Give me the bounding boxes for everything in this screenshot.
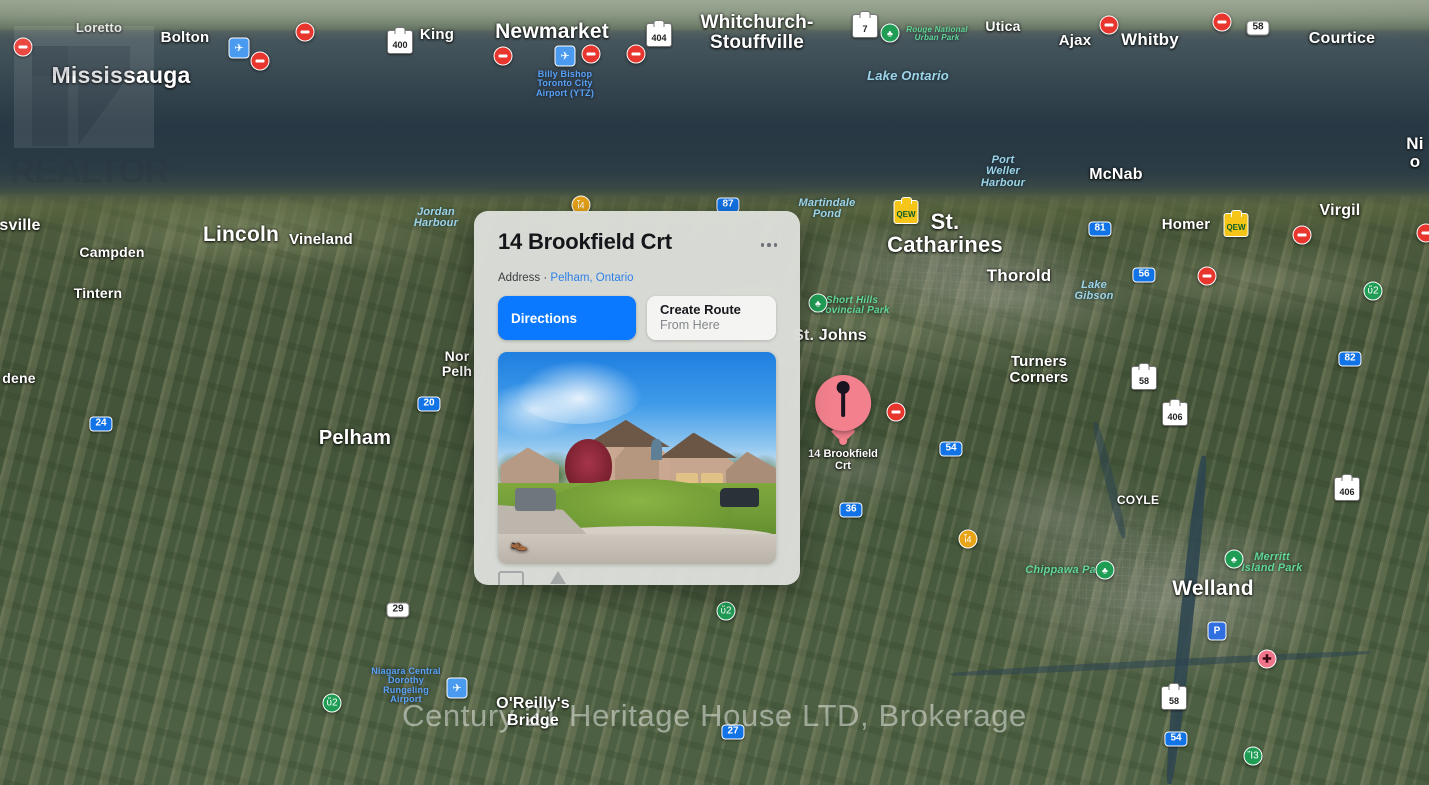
clipped-card-icon[interactable]	[498, 571, 524, 585]
map-viewport[interactable]: LorettoBoltonMississaugaKingNewmarketWhi…	[0, 0, 1429, 785]
photo-car	[720, 487, 760, 507]
route-shield-58[interactable]: 58	[1246, 20, 1270, 36]
route-shield-54[interactable]: 54	[939, 441, 963, 457]
pin-bubble[interactable]	[815, 375, 871, 431]
create-route-subtitle: From Here	[660, 317, 720, 332]
realtor-wordmark: REALTOR®	[10, 152, 178, 192]
route-shield-number: 24	[95, 417, 107, 429]
route-shield-7[interactable]: 7	[852, 14, 878, 38]
route-shield-81[interactable]: 81	[1088, 221, 1112, 237]
place-title: 14 Brookfield Crt	[498, 229, 672, 254]
card-overflow-row[interactable]	[498, 571, 566, 585]
route-shield-54[interactable]: 54	[1164, 731, 1188, 747]
route-shield-number: 54	[945, 442, 957, 454]
realtor-watermark: REALTOR®	[0, 18, 178, 198]
route-shield-58[interactable]: 58	[1161, 686, 1187, 710]
route-shield-400[interactable]: 400	[387, 30, 413, 54]
card-action-row: Directions Create Route From Here	[498, 296, 776, 340]
route-shield-number: 406	[1339, 486, 1355, 497]
subtitle-separator: ·	[540, 272, 551, 284]
route-shield-404[interactable]: 404	[646, 23, 672, 47]
route-shield-56[interactable]: 56	[1132, 267, 1156, 283]
route-shield-number: 20	[423, 397, 435, 409]
route-shield-number: 58	[1168, 695, 1179, 706]
pin-label: 14 Brookfield Crt	[808, 448, 878, 473]
route-shield-qew[interactable]: QEW	[893, 200, 919, 224]
place-subtitle: Address · Pelham, Ontario	[498, 272, 634, 284]
pin-anchor-dot	[839, 437, 847, 445]
photo-window	[650, 438, 662, 461]
route-shield-number: 406	[1167, 411, 1183, 422]
realtor-logo-leg	[78, 74, 130, 146]
route-shield-number: 56	[1138, 268, 1150, 280]
create-route-button[interactable]: Create Route From Here	[647, 296, 776, 340]
route-shield-number: 58	[1138, 375, 1149, 386]
route-shield-27[interactable]: 27	[721, 724, 745, 740]
route-shield-number: 27	[727, 725, 739, 737]
directions-button[interactable]: Directions	[498, 296, 636, 340]
binoculars-icon[interactable]: 👞	[510, 534, 529, 552]
ellipsis-dot	[760, 243, 765, 247]
route-shield-406[interactable]: 406	[1162, 402, 1188, 426]
route-shield-number: 36	[845, 503, 857, 515]
route-shield-number: 400	[392, 39, 408, 50]
route-shield-36[interactable]: 36	[839, 502, 863, 518]
ellipsis-dot	[773, 243, 778, 247]
route-shield-qew[interactable]: QEW	[1223, 213, 1249, 237]
realtor-registered-mark: ®	[168, 158, 179, 174]
route-shield-number: 58	[1252, 21, 1264, 33]
photo-road	[498, 534, 776, 564]
ellipsis-dot	[767, 243, 771, 247]
route-shield-number: 87	[722, 198, 734, 210]
place-category: Address	[498, 272, 541, 284]
place-info-card[interactable]: 14 Brookfield Crt Address · Pelham, Onta…	[474, 211, 800, 585]
route-shield-20[interactable]: 20	[417, 396, 441, 412]
photo-car	[514, 487, 557, 511]
map-pin-icon	[841, 389, 845, 417]
ellipsis-icon[interactable]	[756, 235, 782, 255]
route-shield-29[interactable]: 29	[386, 602, 410, 618]
route-shield-number: 54	[1170, 732, 1182, 744]
look-around-preview[interactable]: 👞	[498, 352, 776, 564]
route-shield-number: 7	[862, 23, 868, 34]
route-shield-number: 82	[1344, 352, 1356, 364]
route-shield-number: 404	[651, 32, 667, 43]
route-shield-number: QEW	[896, 210, 916, 219]
route-shield-24[interactable]: 24	[89, 416, 113, 432]
clipped-card-icon[interactable]	[550, 571, 566, 584]
create-route-title: Create Route	[660, 302, 741, 318]
place-region-link[interactable]: Pelham, Ontario	[550, 272, 633, 284]
route-shield-406[interactable]: 406	[1334, 477, 1360, 501]
realtor-logo-bar	[32, 46, 130, 76]
route-shield-82[interactable]: 82	[1338, 351, 1362, 367]
route-shield-number: 81	[1094, 222, 1106, 234]
route-shield-number: 29	[392, 603, 404, 615]
realtor-wordmark-text: REALTOR	[10, 152, 170, 191]
route-shield-58[interactable]: 58	[1131, 366, 1157, 390]
route-shield-number: QEW	[1226, 223, 1246, 232]
selected-location-pin[interactable]: 14 Brookfield Crt	[808, 375, 878, 473]
